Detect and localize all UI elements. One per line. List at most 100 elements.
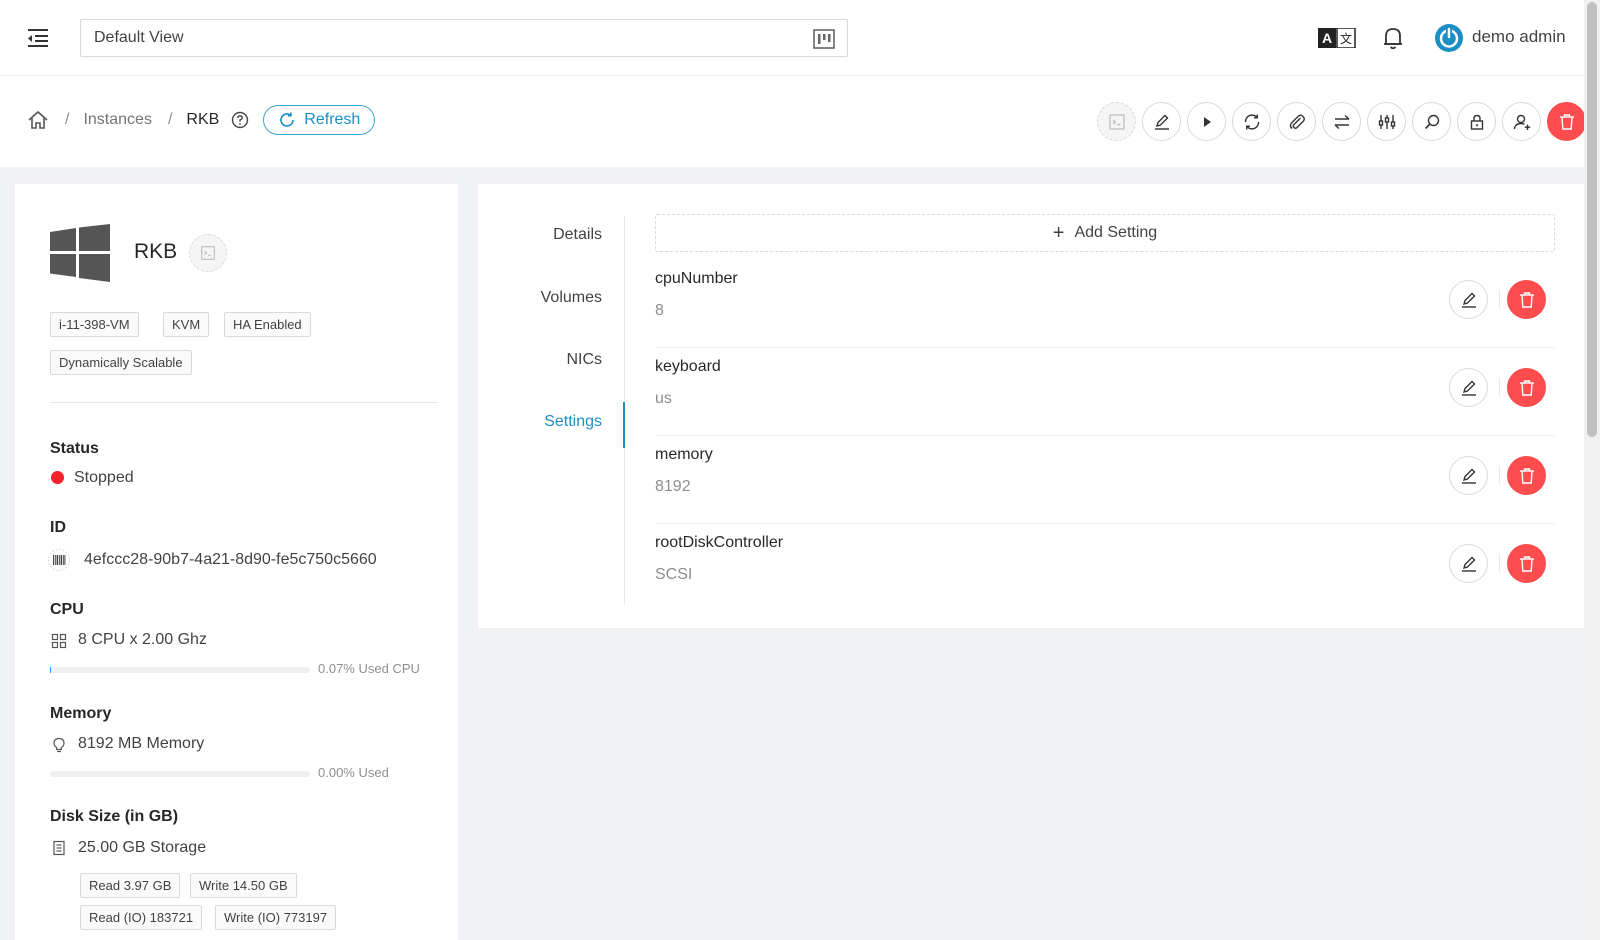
memory-used-label: 0.00% Used [318, 765, 389, 780]
setting-row: rootDiskController SCSI [655, 524, 1555, 612]
scrollbar[interactable] [1584, 0, 1600, 940]
divider [50, 402, 438, 403]
translate-icon[interactable]: A文 [1318, 27, 1356, 49]
instance-tag: HA Enabled [224, 312, 311, 337]
destroy-button[interactable] [1547, 102, 1586, 141]
code-icon [201, 246, 215, 260]
plus-icon: + [1052, 221, 1065, 244]
setting-value: 8 [655, 302, 664, 319]
divider [1499, 554, 1500, 572]
migrate-button[interactable] [1322, 102, 1361, 141]
view-select[interactable]: Default View [80, 19, 848, 57]
tab-volumes[interactable]: Volumes [541, 289, 602, 307]
delete-setting-button[interactable] [1507, 280, 1546, 319]
edit-button[interactable] [1142, 102, 1181, 141]
delete-setting-button[interactable] [1507, 544, 1546, 583]
user-add-icon [1513, 114, 1530, 130]
edit-setting-button[interactable] [1449, 368, 1488, 407]
setting-row: keyboard us [655, 348, 1555, 436]
memory-title: Memory [50, 705, 112, 722]
edit-icon [1461, 380, 1476, 396]
status-value: Stopped [74, 469, 134, 486]
edit-setting-button[interactable] [1449, 544, 1488, 583]
question-circle-icon[interactable] [231, 111, 249, 129]
user-name[interactable]: demo admin [1472, 27, 1566, 47]
status-title: Status [50, 440, 99, 457]
edit-setting-button[interactable] [1449, 280, 1488, 319]
attach-iso-button[interactable] [1277, 102, 1316, 141]
play-icon [1203, 116, 1211, 127]
setting-value: SCSI [655, 566, 693, 583]
avatar[interactable] [1434, 23, 1464, 53]
reset-password-button[interactable] [1457, 102, 1496, 141]
cpu-value: 8 CPU x 2.00 Ghz [78, 631, 207, 648]
view-console-button[interactable] [1097, 102, 1136, 141]
cpu-used-label: 0.07% Used CPU [318, 661, 420, 676]
breadcrumb-instances[interactable]: Instances [83, 111, 151, 129]
start-button[interactable] [1187, 102, 1226, 141]
setting-name: rootDiskController [655, 534, 784, 551]
delete-setting-button[interactable] [1507, 456, 1546, 495]
instance-tabs-card: Details Volumes NICs Settings + Add Sett… [477, 183, 1585, 629]
bulb-icon [51, 737, 67, 753]
top-bar: Default View A文 demo admin [0, 0, 1584, 76]
instance-info-card: RKB i-11-398-VM KVM HA Enabled Dynamical… [14, 183, 459, 940]
scrollbar-thumb[interactable] [1587, 2, 1597, 437]
instance-name: RKB [134, 240, 178, 263]
delete-setting-button[interactable] [1507, 368, 1546, 407]
refresh-label: Refresh [304, 111, 361, 128]
setting-value: us [655, 390, 672, 407]
edit-icon [1154, 114, 1169, 130]
setting-row: cpuNumber 8 [655, 260, 1555, 348]
page-header: / Instances / RKB Refresh [0, 76, 1586, 167]
delete-icon [1519, 291, 1534, 308]
console-button[interactable] [189, 234, 227, 272]
breadcrumb-separator: / [65, 111, 70, 128]
setting-name: cpuNumber [655, 270, 738, 287]
divider [1499, 466, 1500, 484]
barcode-icon[interactable] [48, 549, 70, 571]
swap-icon [1334, 114, 1349, 129]
hdd-icon [51, 840, 67, 856]
status-badge [51, 471, 64, 484]
tab-settings[interactable]: Settings [544, 413, 602, 431]
setting-name: memory [655, 446, 713, 463]
setting-name: keyboard [655, 358, 721, 375]
disk-stat-tag: Read 3.97 GB [80, 873, 181, 898]
disk-stat-tag: Read (IO) 183721 [80, 905, 203, 930]
windows-logo-icon [50, 224, 110, 282]
delete-icon [1559, 113, 1574, 130]
sliders-icon [1378, 114, 1395, 129]
disk-title: Disk Size (in GB) [50, 808, 179, 825]
divider [1499, 378, 1500, 396]
tab-details[interactable]: Details [553, 226, 602, 244]
id-title: ID [50, 519, 66, 536]
setting-row: memory 8192 [655, 436, 1555, 524]
reinstall-button[interactable] [1232, 102, 1271, 141]
cpu-title: CPU [50, 601, 84, 618]
instance-tag: KVM [163, 312, 210, 337]
home-icon[interactable] [27, 109, 49, 131]
svg-text:文: 文 [1340, 31, 1352, 46]
tab-active-indicator [623, 402, 625, 448]
assign-user-button[interactable] [1502, 102, 1541, 141]
scale-button[interactable] [1367, 102, 1406, 141]
refresh-button[interactable]: Refresh [263, 105, 376, 135]
view-select-value: Default View [94, 29, 184, 46]
lock-icon [1470, 114, 1483, 130]
divider [1499, 290, 1500, 308]
kanban-icon [813, 29, 835, 49]
bell-icon[interactable] [1382, 26, 1404, 50]
delete-icon [1519, 467, 1534, 484]
appstore-icon [51, 633, 67, 649]
search-button[interactable] [1412, 102, 1451, 141]
add-setting-button[interactable]: + Add Setting [655, 214, 1555, 252]
breadcrumb-current: RKB [186, 111, 220, 128]
edit-setting-button[interactable] [1449, 456, 1488, 495]
id-value: 4efccc28-90b7-4a21-8d90-fe5c750c5660 [84, 551, 377, 568]
edit-icon [1461, 556, 1476, 572]
tab-nics[interactable]: NICs [566, 351, 602, 369]
menu-fold-icon[interactable] [25, 26, 51, 50]
edit-icon [1461, 468, 1476, 484]
search-icon [1424, 114, 1439, 129]
